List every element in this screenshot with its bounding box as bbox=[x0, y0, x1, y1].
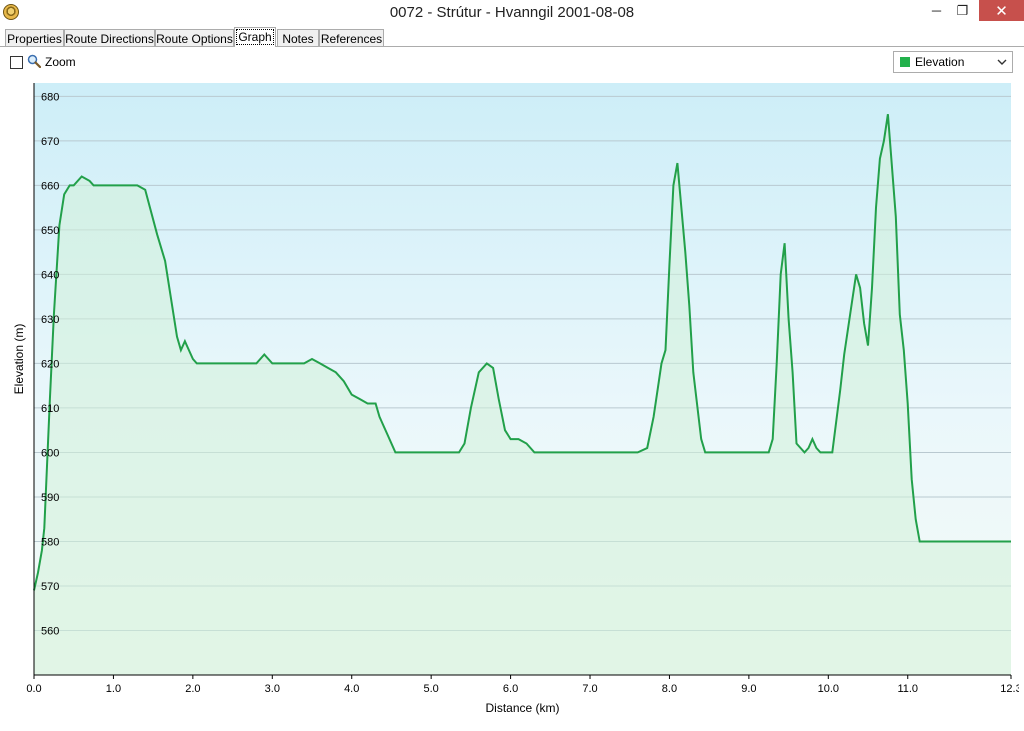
x-tick-label: 11.0 bbox=[897, 683, 918, 695]
zoom-checkbox[interactable] bbox=[10, 56, 23, 69]
y-tick-label: 570 bbox=[41, 581, 59, 593]
y-tick-label: 640 bbox=[41, 269, 59, 281]
tab-label: Route Options bbox=[156, 32, 233, 46]
tab-label: Notes bbox=[282, 32, 314, 46]
y-tick-label: 660 bbox=[41, 180, 59, 192]
x-tick-label: 10.0 bbox=[818, 683, 839, 695]
chart-svg: 560570580590600610620630640650660670680 … bbox=[5, 77, 1022, 728]
tab-label: Properties bbox=[7, 32, 62, 46]
tab-label: References bbox=[320, 32, 383, 46]
y-tick-label: 600 bbox=[41, 447, 59, 459]
y-tick-label: 650 bbox=[41, 225, 59, 237]
tab-divider bbox=[0, 46, 1024, 47]
x-tick-label: 6.0 bbox=[503, 683, 518, 695]
x-tick-label: 4.0 bbox=[344, 683, 359, 695]
tab-route-options[interactable]: Route Options bbox=[155, 29, 234, 47]
app-window: 0072 - Strútur - Hvanngil 2001-08-08 ─ ❐… bbox=[0, 0, 1024, 728]
y-tick-label: 610 bbox=[41, 403, 59, 415]
series-selected-value: Elevation bbox=[915, 55, 965, 69]
window-title: 0072 - Strútur - Hvanngil 2001-08-08 bbox=[389, 4, 635, 21]
series-color-swatch bbox=[900, 57, 910, 67]
tab-properties[interactable]: Properties bbox=[5, 29, 64, 47]
tab-label: Route Directions bbox=[65, 32, 154, 46]
x-tick-label: 0.0 bbox=[26, 683, 41, 695]
elevation-chart: 560 570 580 590 600 610 620 630 640 650 660 670 680 … bbox=[5, 77, 1022, 728]
x-tick-label: 1.0 bbox=[106, 683, 121, 695]
y-tick-label: 620 bbox=[41, 358, 59, 370]
y-tick-label: 670 bbox=[41, 136, 59, 148]
y-tick-label: 630 bbox=[41, 314, 59, 326]
tab-strip: Properties Route Directions Route Option… bbox=[0, 27, 1024, 47]
zoom-label: Zoom bbox=[45, 55, 76, 69]
x-tick-label: 7.0 bbox=[582, 683, 597, 695]
x-axis-label: Distance (km) bbox=[485, 701, 559, 715]
chevron-down-icon bbox=[997, 59, 1007, 65]
y-tick-label: 560 bbox=[41, 625, 59, 637]
title-bar[interactable]: 0072 - Strútur - Hvanngil 2001-08-08 ─ ❐… bbox=[0, 0, 1024, 26]
y-tick-label: 580 bbox=[41, 536, 59, 548]
tab-label: Graph bbox=[236, 29, 274, 45]
x-tick-label: 3.0 bbox=[265, 683, 280, 695]
x-tick-label: 8.0 bbox=[662, 683, 677, 695]
magnifier-icon bbox=[27, 54, 41, 68]
tab-references[interactable]: References bbox=[319, 29, 384, 47]
x-tick-label: 9.0 bbox=[741, 683, 756, 695]
tab-notes[interactable]: Notes bbox=[277, 29, 319, 47]
y-axis-label: Elevation (m) bbox=[12, 324, 26, 395]
series-dropdown[interactable]: Elevation bbox=[893, 51, 1013, 73]
x-tick-label: 5.0 bbox=[424, 683, 439, 695]
maximize-button[interactable]: ❐ bbox=[946, 0, 979, 21]
tab-route-directions[interactable]: Route Directions bbox=[64, 29, 155, 47]
x-tick-label: 12.3 bbox=[1000, 683, 1019, 695]
x-tick-label: 2.0 bbox=[185, 683, 200, 695]
close-button[interactable]: ✕ bbox=[979, 0, 1024, 21]
tab-graph[interactable]: Graph bbox=[234, 27, 276, 47]
y-tick-label: 590 bbox=[41, 492, 59, 504]
y-tick-label: 680 bbox=[41, 91, 59, 103]
